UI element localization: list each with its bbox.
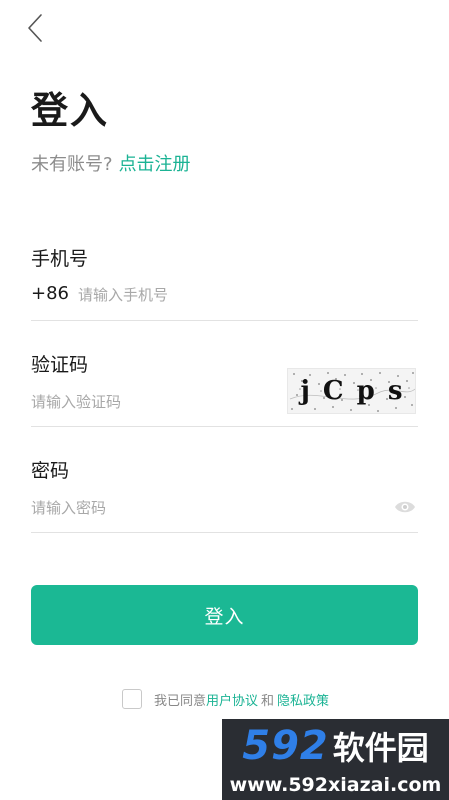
captcha-image[interactable]: j C p s <box>287 368 416 414</box>
phone-divider <box>31 320 418 321</box>
agreement-checkbox[interactable] <box>122 689 142 709</box>
captcha-char: C <box>322 376 344 406</box>
signup-row: 未有账号? 点击注册 <box>31 150 191 176</box>
captcha-text: j C p s <box>288 369 415 413</box>
back-button[interactable] <box>22 12 50 44</box>
eye-icon <box>395 501 415 513</box>
user-agreement-link[interactable]: 用户协议 <box>206 690 258 709</box>
password-input[interactable] <box>31 496 381 520</box>
phone-input[interactable] <box>78 283 408 307</box>
phone-label: 手机号 <box>31 248 89 270</box>
login-button[interactable]: 登入 <box>31 585 418 645</box>
signup-prompt: 未有账号? <box>31 154 113 175</box>
signup-link[interactable]: 点击注册 <box>119 154 191 175</box>
page-title: 登入 <box>31 89 109 132</box>
agreement-row: 我已同意 用户协议 和 隐私政策 <box>122 689 329 709</box>
verify-label: 验证码 <box>31 354 89 376</box>
phone-country-code[interactable]: +86 <box>31 283 69 304</box>
password-visibility-toggle[interactable] <box>394 497 416 517</box>
verify-code-input[interactable] <box>31 390 276 414</box>
captcha-char: p <box>356 376 375 406</box>
password-divider <box>31 532 418 533</box>
agreement-and: 和 <box>261 693 275 709</box>
password-label: 密码 <box>31 460 70 482</box>
watermark-brand-number: 592 <box>242 723 329 769</box>
watermark-brand: 592 软件园 <box>222 723 449 769</box>
captcha-char: s <box>387 376 403 406</box>
agreement-prefix: 我已同意 <box>154 693 207 709</box>
watermark-logo: 592 软件园 www.592xiazai.com <box>222 719 449 800</box>
watermark-url: www.592xiazai.com <box>229 774 442 796</box>
chevron-left-icon <box>28 14 42 42</box>
verify-divider <box>31 426 418 427</box>
watermark-brand-name: 软件园 <box>332 729 429 767</box>
captcha-char: j <box>300 376 310 406</box>
privacy-policy-link[interactable]: 隐私政策 <box>277 690 329 709</box>
